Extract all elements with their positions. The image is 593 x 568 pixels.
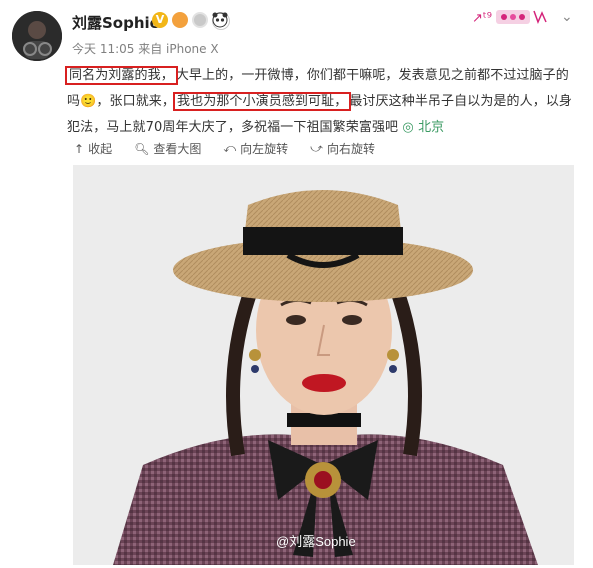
highlighted-text: 同名为刘露的我， xyxy=(65,66,178,85)
chevron-down-icon[interactable]: ⌄ xyxy=(561,9,573,25)
panda-icon xyxy=(212,12,230,30)
medal-icon xyxy=(192,12,208,28)
smile-emoji-icon: 🙂 xyxy=(80,94,97,109)
avatar[interactable] xyxy=(12,11,62,61)
collapse-label: 收起 xyxy=(88,142,113,156)
post-text-segment: ，张口就来， xyxy=(96,94,176,109)
view-large-label: 查看大图 xyxy=(153,142,202,156)
collapse-icon: ↑ xyxy=(74,141,85,156)
zoom-icon: 🔍︎ xyxy=(134,141,150,156)
post-text: 同名为刘露的我， 大早上的，一开微博，你们都干嘛呢，发表意见之前都不过过脑子的吗🙂… xyxy=(65,63,577,141)
portrait-image xyxy=(73,165,574,565)
location-label: 北京 xyxy=(418,120,445,135)
post-image[interactable] xyxy=(73,165,574,565)
rotate-right-label: 向右旋转 xyxy=(327,142,376,156)
rotate-right-icon: ⤻ xyxy=(310,141,323,155)
image-toolbar: ↑ 收起 🔍︎ 查看大图 ⤺ 向左旋转 ⤻ 向右旋转 xyxy=(74,140,375,157)
avatar-image xyxy=(12,11,62,61)
rotate-left-button[interactable]: ⤺ 向左旋转 xyxy=(223,140,288,157)
verified-icon: V xyxy=(152,12,168,28)
location-link[interactable]: ◎ 北京 xyxy=(402,120,444,135)
collapse-button[interactable]: ↑ 收起 xyxy=(74,140,112,157)
svg-text:↗ᵗ⁹: ↗ᵗ⁹ xyxy=(472,11,492,26)
highlighted-text: 我也为那个小演员感到可耻， xyxy=(173,92,352,111)
user-badges: V xyxy=(152,12,230,30)
rotate-left-icon: ⤺ xyxy=(223,141,237,155)
sticker-icon: ↗ᵗ⁹ xyxy=(472,10,547,26)
post-meta: 今天 11:05 来自 iPhone X xyxy=(72,42,219,56)
rotate-right-button[interactable]: ⤻ 向右旋转 xyxy=(310,140,375,157)
view-large-button[interactable]: 🔍︎ 查看大图 xyxy=(134,140,201,157)
fan-decoration: ↗ᵗ⁹ xyxy=(472,8,552,26)
weibo-watermark: @刘露Sophie xyxy=(276,534,356,549)
rotate-left-label: 向左旋转 xyxy=(240,142,289,156)
member-icon xyxy=(172,12,188,28)
username[interactable]: 刘露Sophie xyxy=(72,12,160,33)
location-pin-icon: ◎ xyxy=(402,120,414,135)
